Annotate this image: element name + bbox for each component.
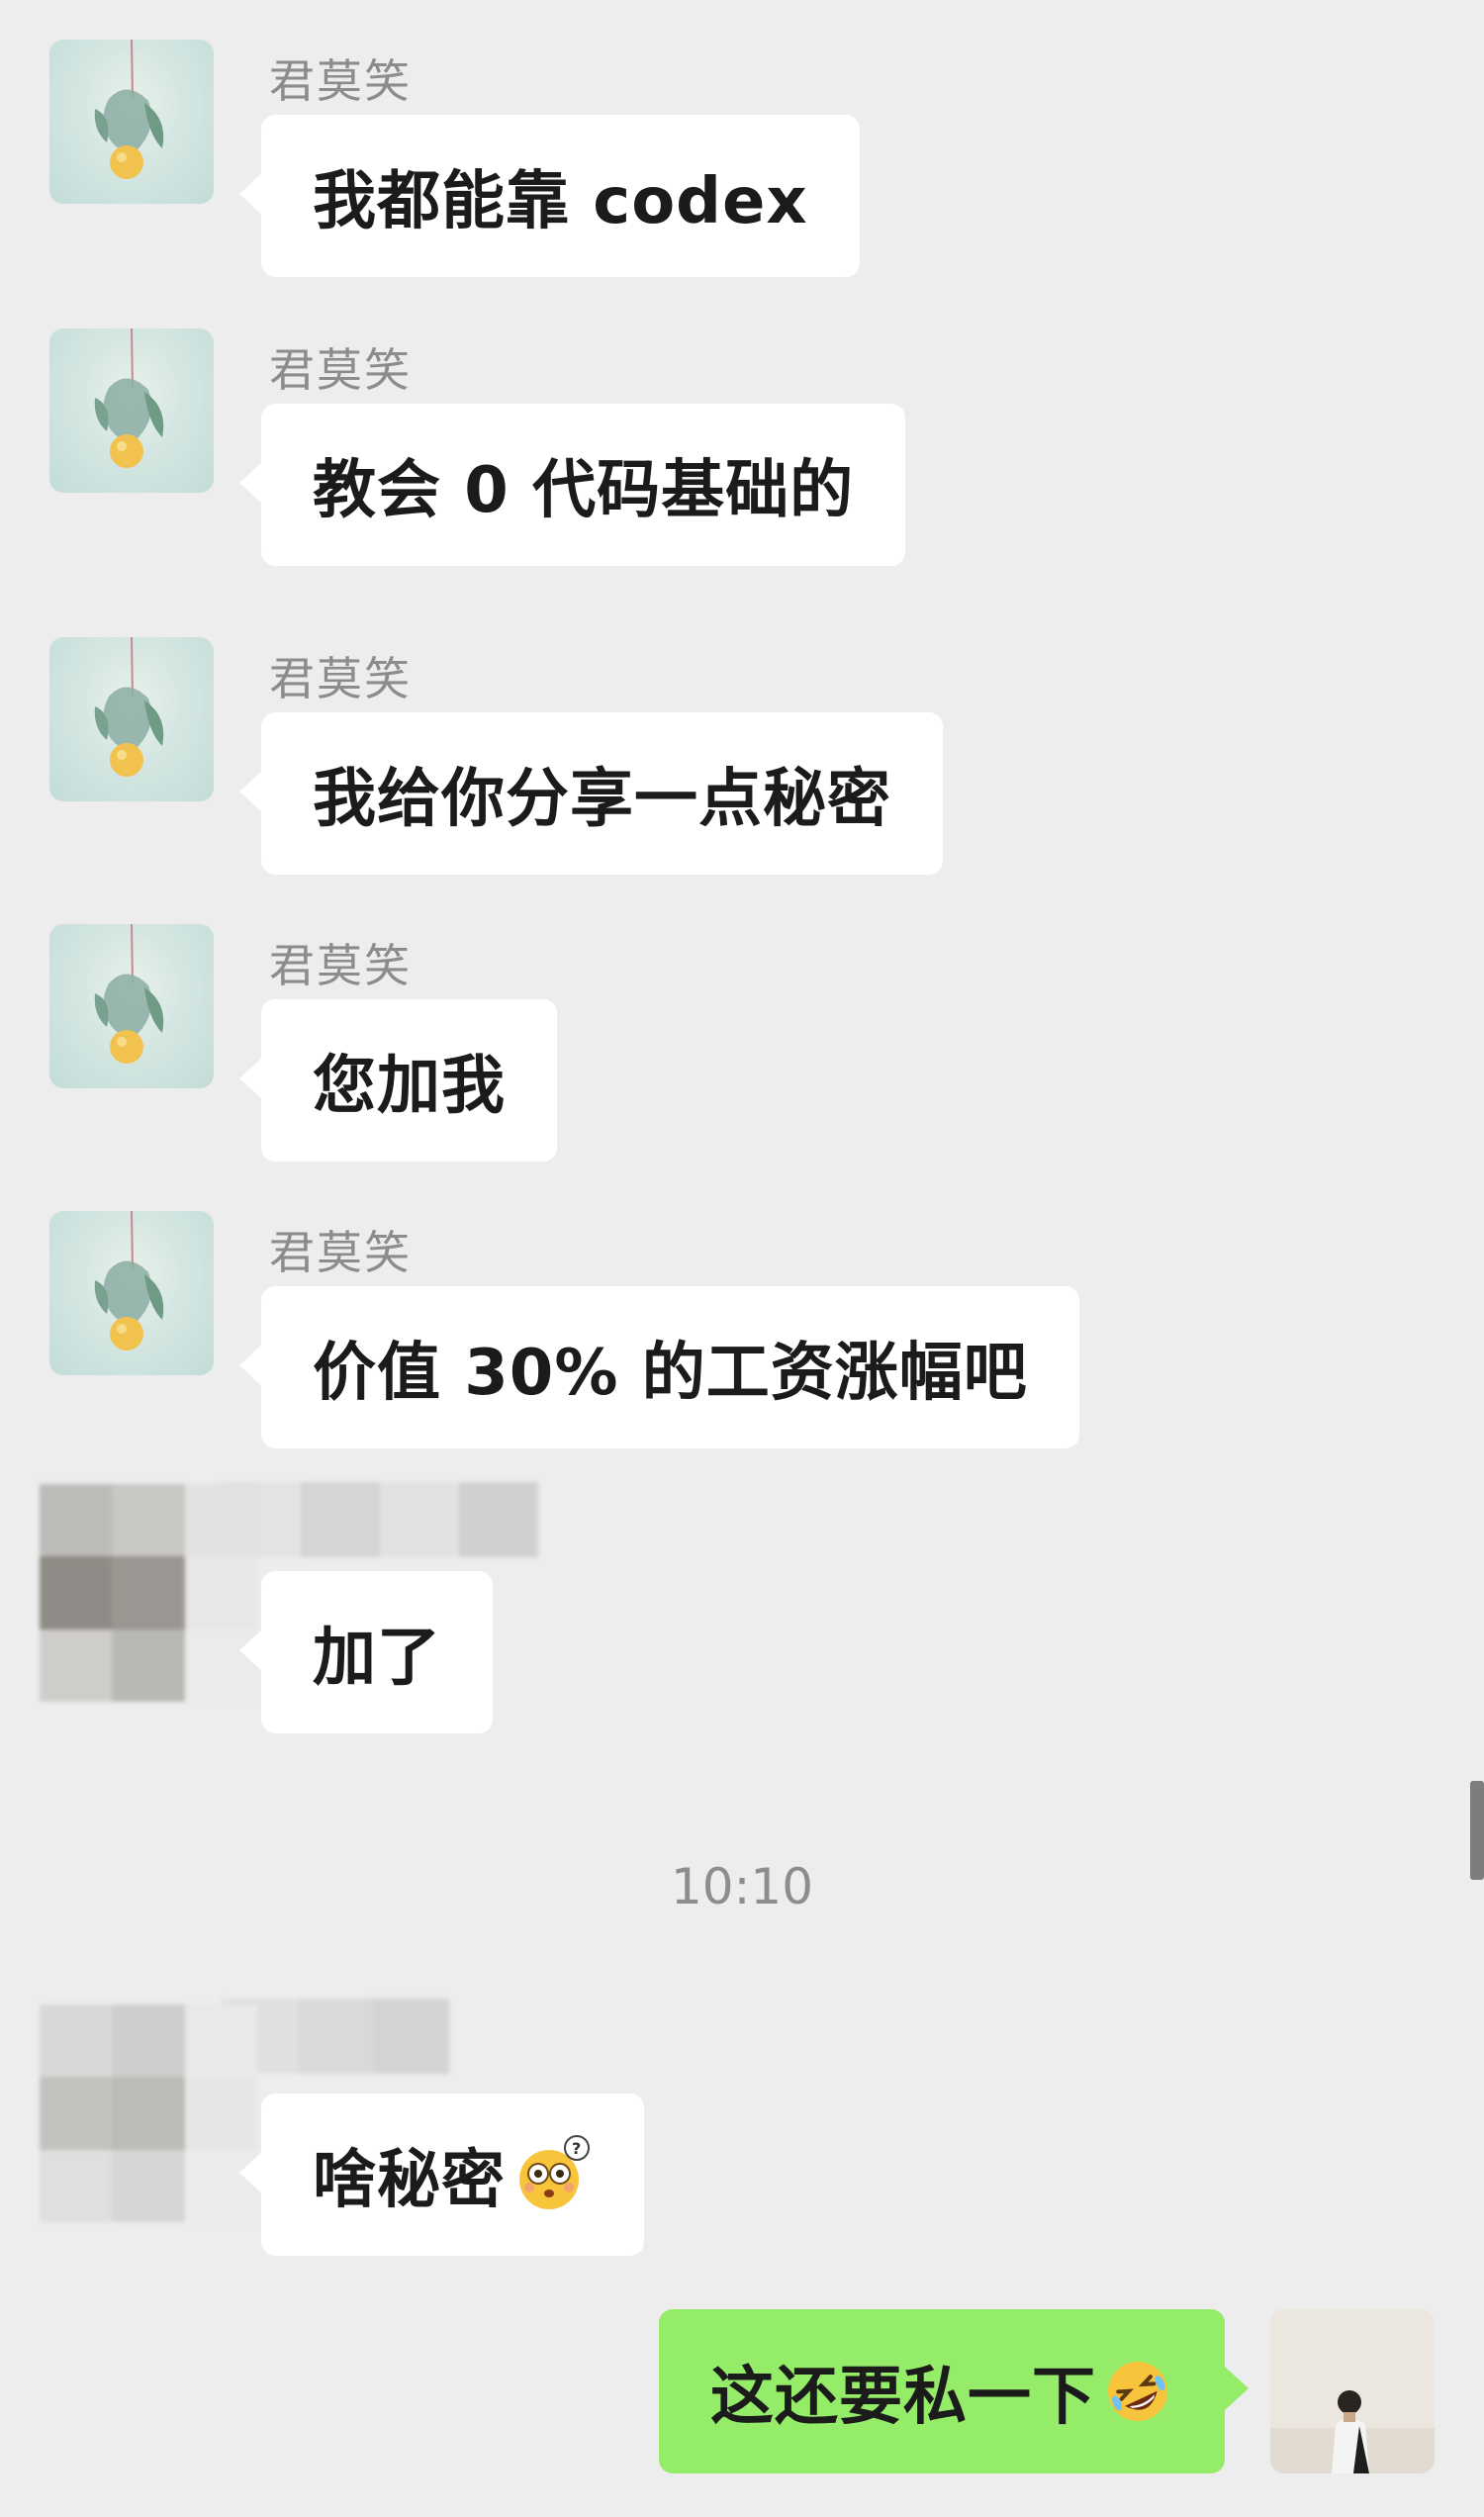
sender-name: 君莫笑 bbox=[269, 652, 412, 705]
message-bubble[interactable]: 啥秘密 ? bbox=[239, 2094, 644, 2256]
scrollbar-thumb[interactable] bbox=[1470, 1781, 1484, 1880]
message-text: 这还要私一下 bbox=[710, 2361, 1096, 2434]
message-bubble[interactable]: 我给你分享一点秘密 bbox=[239, 712, 943, 875]
svg-text:?: ? bbox=[572, 2139, 582, 2158]
message-bubble[interactable]: 价值 30% 的工资涨幅吧 bbox=[239, 1286, 1079, 1448]
lemon-avatar-icon[interactable] bbox=[49, 1211, 214, 1375]
my-message-bubble[interactable]: 这还要私一下 bbox=[659, 2309, 1249, 2473]
message-bubble[interactable]: 加了 bbox=[239, 1571, 493, 1733]
message-text: 教会 0 代码基础的 bbox=[313, 454, 855, 527]
blurred-avatar[interactable] bbox=[40, 2004, 257, 2222]
message-text: 我给你分享一点秘密 bbox=[313, 763, 891, 836]
sender-name: 君莫笑 bbox=[269, 1226, 412, 1279]
rofl-emoji bbox=[1108, 2362, 1167, 2421]
sender-name: 君莫笑 bbox=[269, 54, 412, 108]
timestamp: 10:10 bbox=[670, 1858, 814, 1915]
lemon-avatar-icon[interactable] bbox=[49, 637, 214, 801]
lemon-avatar-icon[interactable] bbox=[49, 924, 214, 1088]
message-text: 我都能靠 codex bbox=[313, 165, 808, 238]
message-bubble[interactable]: 教会 0 代码基础的 bbox=[238, 404, 906, 566]
blurred-avatar[interactable] bbox=[40, 1484, 257, 1702]
message-text: 啥秘密 bbox=[313, 2144, 506, 2217]
message-bubble[interactable]: 我都能靠 codex bbox=[239, 115, 860, 277]
sender-name: 君莫笑 bbox=[269, 939, 412, 992]
flushed-thinking-emoji: ? bbox=[519, 2135, 590, 2209]
person-avatar-icon[interactable] bbox=[1270, 2309, 1435, 2473]
message-text: 您加我 bbox=[313, 1050, 506, 1123]
message-bubble[interactable]: 您加我 bbox=[239, 999, 557, 1162]
lemon-avatar-icon[interactable] bbox=[49, 40, 214, 204]
message-text: 加了 bbox=[313, 1622, 441, 1695]
lemon-avatar-icon[interactable] bbox=[49, 328, 214, 493]
blurred-sender-name bbox=[222, 1482, 538, 1557]
sender-name: 君莫笑 bbox=[269, 343, 412, 397]
message-text: 价值 30% 的工资涨幅吧 bbox=[313, 1337, 1028, 1410]
